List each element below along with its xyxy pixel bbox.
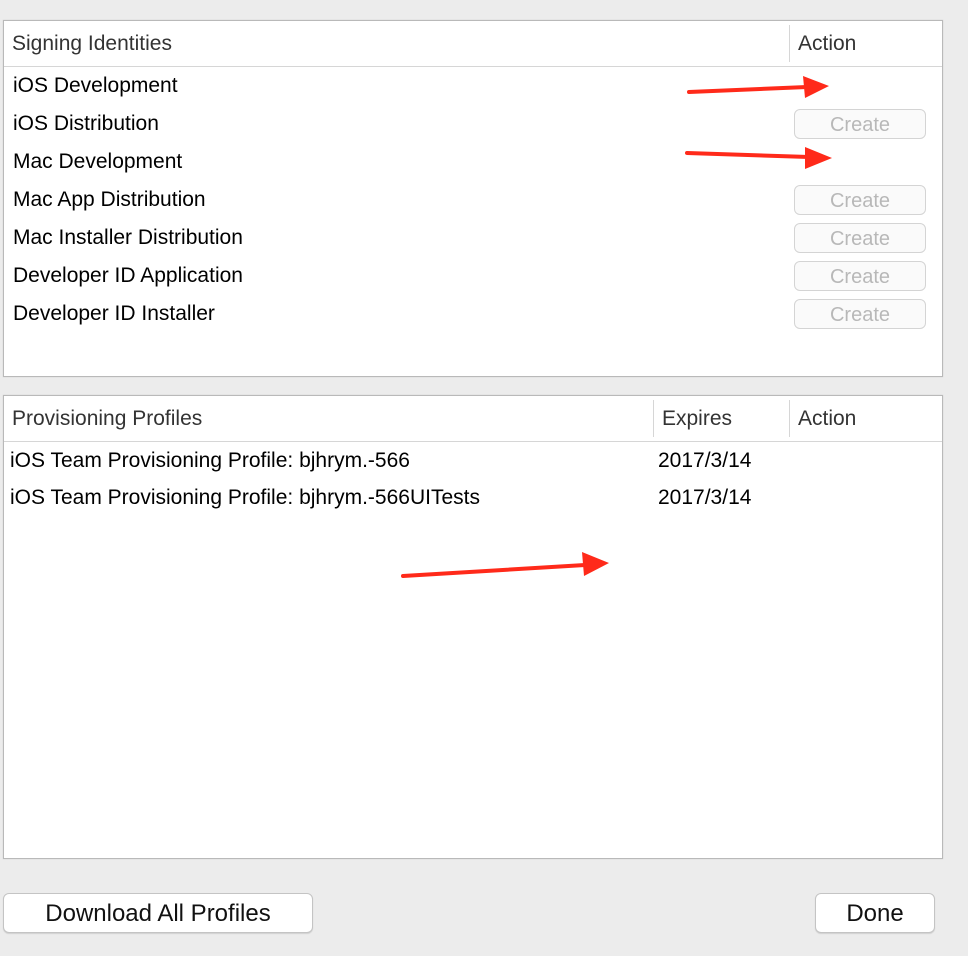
column-header-provisioning-profiles[interactable]: Provisioning Profiles [4,396,653,441]
profile-name: iOS Team Provisioning Profile: bjhrym.-5… [10,486,480,509]
profile-expires: 2017/3/14 [658,449,752,472]
identity-name: iOS Distribution [13,112,159,135]
download-all-profiles-button[interactable]: Download All Profiles [3,893,313,933]
identity-name: Mac Installer Distribution [13,226,243,249]
done-button[interactable]: Done [815,893,935,933]
annotation-arrow-icon [401,552,609,578]
profile-row[interactable]: iOS Team Provisioning Profile: bjhrym.-5… [4,442,942,479]
column-header-signing-identities[interactable]: Signing Identities [4,21,789,66]
identity-name: Developer ID Application [13,264,243,287]
create-developer-id-application-button[interactable]: Create [794,261,926,291]
provisioning-profiles-header: Provisioning Profiles Expires Action [4,396,942,442]
create-mac-installer-distribution-button[interactable]: Create [794,223,926,253]
provisioning-profiles-table: Provisioning Profiles Expires Action iOS… [3,395,943,859]
identity-row-mac-installer-distribution[interactable]: Mac Installer Distribution Create [4,219,942,257]
identity-row-ios-distribution[interactable]: iOS Distribution Create [4,105,942,143]
profile-expires: 2017/3/14 [658,486,752,509]
profile-row[interactable]: iOS Team Provisioning Profile: bjhrym.-5… [4,479,942,516]
signing-identities-header: Signing Identities Action [4,21,942,67]
identity-name: iOS Development [13,74,178,97]
column-header-expires[interactable]: Expires [654,396,789,441]
identity-name: Developer ID Installer [13,302,215,325]
identity-row-mac-app-distribution[interactable]: Mac App Distribution Create [4,181,942,219]
identity-row-developer-id-installer[interactable]: Developer ID Installer Create [4,295,942,333]
create-developer-id-installer-button[interactable]: Create [794,299,926,329]
create-mac-app-distribution-button[interactable]: Create [794,185,926,215]
annotation-arrow-icon [687,76,829,98]
column-header-action[interactable]: Action [790,396,942,441]
column-header-action[interactable]: Action [790,21,942,66]
create-ios-distribution-button[interactable]: Create [794,109,926,139]
identity-name: Mac App Distribution [13,188,206,211]
annotation-arrow-icon [685,147,832,169]
profile-name: iOS Team Provisioning Profile: bjhrym.-5… [10,449,410,472]
identity-name: Mac Development [13,150,183,173]
identity-row-developer-id-application[interactable]: Developer ID Application Create [4,257,942,295]
